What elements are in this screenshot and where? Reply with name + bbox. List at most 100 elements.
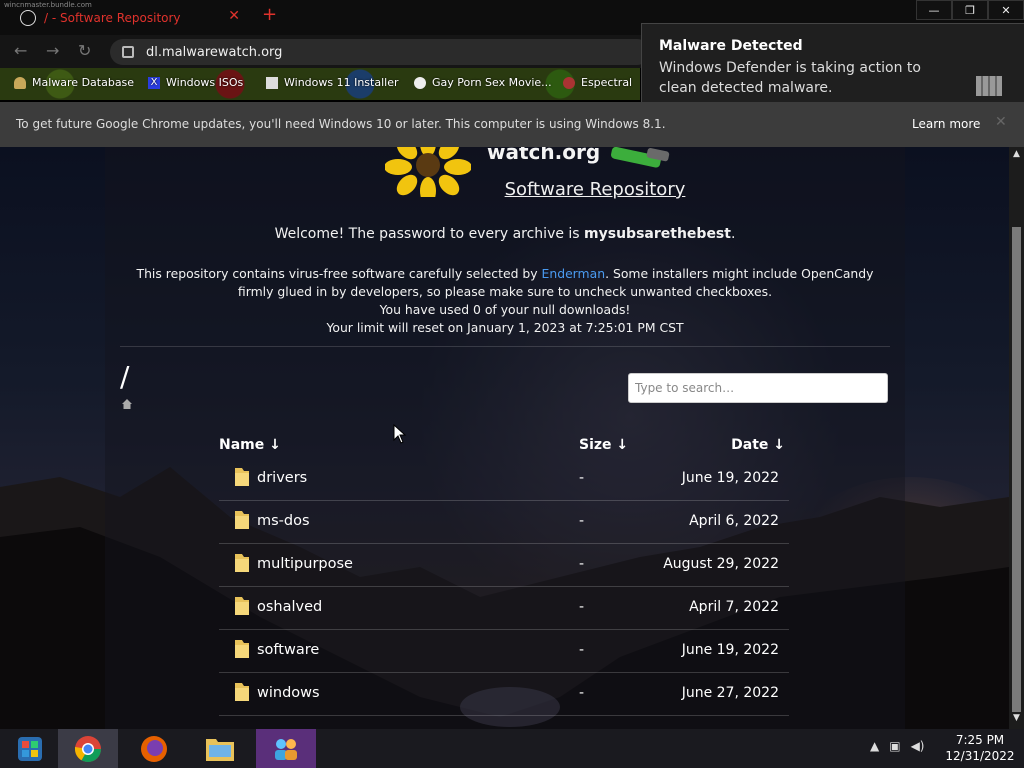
file-size: -: [579, 556, 585, 572]
file-date: August 29, 2022: [663, 556, 779, 572]
divider: [120, 346, 890, 347]
file-name[interactable]: drivers: [257, 470, 307, 486]
tray-chevron-up-icon[interactable]: ▲: [870, 739, 879, 753]
bookmark-windows-11-installer[interactable]: Windows 11 Installer: [266, 76, 399, 89]
system-tray: ▲ ▣ ◀): [870, 739, 925, 753]
file-date: June 19, 2022: [681, 642, 779, 658]
taskbar-app[interactable]: [256, 729, 316, 768]
taskbar-firefox[interactable]: [124, 729, 184, 768]
tab-overlay-text: wincnmaster.bundle.com: [4, 1, 92, 9]
volume-icon[interactable]: ◀): [911, 739, 925, 753]
globe-icon: [20, 10, 36, 26]
tab-title: / - Software Repository: [44, 11, 181, 25]
bookmark-malware-database[interactable]: Malware Database: [14, 76, 134, 89]
scrollbar-thumb[interactable]: [1012, 227, 1021, 712]
close-button[interactable]: ✕: [988, 0, 1024, 20]
back-arrow-icon[interactable]: ←: [14, 41, 27, 60]
page-viewport: watch.org Software Repository Welcome! T…: [0, 147, 1009, 729]
column-header-date[interactable]: Date ↓: [731, 437, 785, 453]
table-row[interactable]: software - June 19, 2022: [219, 629, 789, 673]
forward-arrow-icon[interactable]: →: [46, 41, 59, 60]
folder-icon: [235, 468, 249, 486]
infobar-message: To get future Google Chrome updates, you…: [16, 117, 666, 131]
scroll-down-icon[interactable]: ▼: [1013, 713, 1020, 723]
maximize-button[interactable]: ❐: [952, 0, 988, 20]
column-header-size[interactable]: Size ↓: [579, 437, 628, 453]
lock-icon: [122, 46, 134, 58]
file-name[interactable]: windows: [257, 685, 320, 701]
table-row[interactable]: drivers - June 19, 2022: [219, 457, 789, 501]
file-name[interactable]: software: [257, 642, 319, 658]
infobar-close-icon[interactable]: ✕: [995, 114, 1007, 130]
folder-icon: [235, 511, 249, 529]
breadcrumb: /: [120, 360, 130, 393]
password-text: mysubsarethebest: [584, 226, 731, 242]
clock-date: 12/31/2022: [945, 749, 1015, 763]
malware-notification[interactable]: Malware Detected Windows Defender is tak…: [641, 23, 1024, 110]
cable-logo-icon: [611, 147, 670, 168]
folder-icon: [206, 738, 234, 761]
search-input[interactable]: [628, 373, 888, 403]
defender-castle-icon: [976, 76, 1002, 96]
minimize-button[interactable]: —: [916, 0, 952, 20]
bookmark-windows-isos[interactable]: X Windows ISOs: [148, 76, 243, 89]
home-icon[interactable]: [121, 398, 133, 410]
mouse-cursor-icon: [393, 424, 407, 444]
file-date: April 6, 2022: [689, 513, 779, 529]
start-button[interactable]: [0, 729, 60, 768]
file-date: June 19, 2022: [681, 470, 779, 486]
limit-reset-text: Your limit will reset on January 1, 2023…: [326, 320, 684, 335]
page-title[interactable]: Software Repository: [325, 179, 686, 200]
scroll-up-icon[interactable]: ▲: [1013, 149, 1020, 159]
taskbar-chrome[interactable]: [58, 729, 118, 768]
enderman-link[interactable]: Enderman: [542, 266, 606, 281]
file-size: -: [579, 599, 585, 615]
folder-icon: [235, 683, 249, 701]
reload-icon[interactable]: ↻: [78, 41, 91, 60]
brand-text: watch.org: [487, 147, 601, 164]
table-row[interactable]: ms-dos - April 6, 2022: [219, 500, 789, 544]
folder-icon: [235, 597, 249, 615]
address-bar[interactable]: dl.malwarewatch.org: [110, 39, 650, 65]
user-icon: [14, 76, 26, 89]
bookmark-movie-site[interactable]: Gay Porn Sex Movie...: [414, 76, 552, 89]
page-scrollbar[interactable]: ▲ ▼: [1009, 147, 1024, 729]
site-icon: [414, 76, 426, 89]
site-icon: [563, 76, 575, 89]
clock-time: 7:25 PM: [955, 733, 1005, 747]
learn-more-link[interactable]: Learn more: [912, 117, 980, 131]
tab-close-icon[interactable]: ✕: [228, 8, 240, 24]
file-size: -: [579, 685, 585, 701]
folder-icon: [235, 554, 249, 572]
column-header-name[interactable]: Name ↓: [219, 437, 281, 453]
downloads-counter: You have used 0 of your null downloads!: [379, 302, 631, 317]
page-icon: [266, 76, 278, 89]
file-size: -: [579, 513, 585, 529]
file-size: -: [579, 642, 585, 658]
new-tab-button[interactable]: +: [262, 4, 277, 25]
notification-title: Malware Detected: [659, 38, 803, 54]
file-date: April 7, 2022: [689, 599, 779, 615]
file-name[interactable]: oshalved: [257, 599, 322, 615]
file-name[interactable]: ms-dos: [257, 513, 310, 529]
table-row[interactable]: windows - June 27, 2022: [219, 672, 789, 716]
x-logo-icon: X: [148, 76, 160, 89]
repository-panel: watch.org Software Repository Welcome! T…: [105, 147, 905, 729]
description-text: This repository contains virus-free soft…: [136, 266, 874, 335]
firefox-icon: [141, 735, 167, 762]
folder-icon: [235, 640, 249, 658]
table-row[interactable]: oshalved - April 7, 2022: [219, 586, 789, 630]
window-controls: — ❐ ✕: [916, 0, 1024, 20]
browser-tab[interactable]: / - Software Repository ✕: [12, 6, 248, 30]
taskbar-clock[interactable]: 7:25 PM 12/31/2022: [940, 732, 1020, 764]
start-orb-icon: [18, 736, 42, 761]
table-row[interactable]: multipurpose - August 29, 2022: [219, 543, 789, 587]
file-size: -: [579, 470, 585, 486]
taskbar: ▲ ▣ ◀) 7:25 PM 12/31/2022: [0, 729, 1024, 768]
network-icon[interactable]: ▣: [889, 739, 900, 753]
file-name[interactable]: multipurpose: [257, 556, 353, 572]
welcome-text: Welcome! The password to every archive i…: [274, 226, 736, 242]
taskbar-file-explorer[interactable]: [190, 729, 250, 768]
bookmarks-bar: Malware Database X Windows ISOs Windows …: [0, 68, 640, 100]
bookmark-espectral[interactable]: Espectral: [563, 76, 632, 89]
